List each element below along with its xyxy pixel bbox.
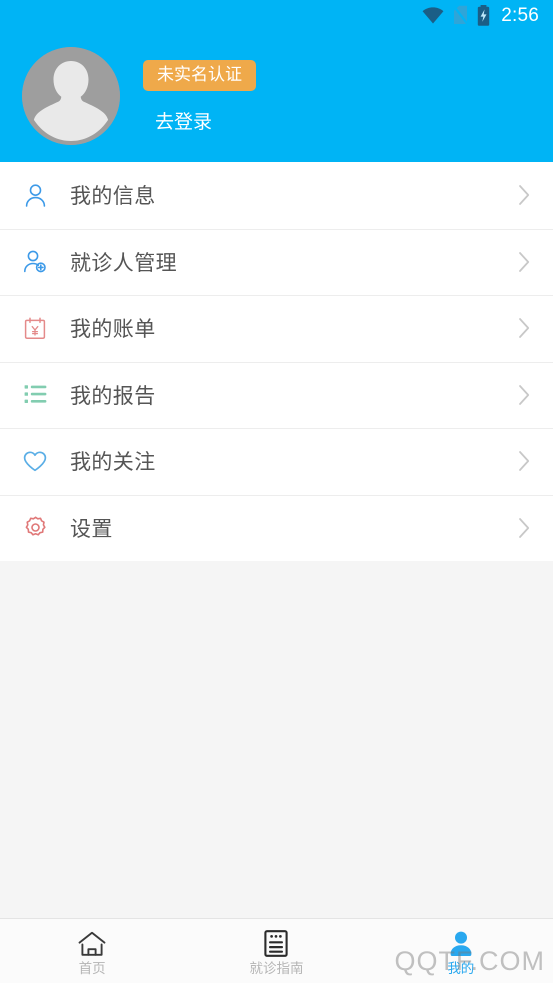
menu-item-my-favorites[interactable]: 我的关注	[0, 428, 553, 495]
chevron-right-icon	[513, 384, 535, 406]
home-icon	[78, 930, 106, 957]
menu-item-settings[interactable]: 设置	[0, 494, 553, 561]
menu-item-my-reports[interactable]: 我的报告	[0, 361, 553, 428]
status-time: 2:56	[501, 4, 539, 26]
status-bar: 2:56	[0, 0, 553, 30]
list-report-icon	[20, 384, 50, 405]
document-icon	[264, 930, 289, 958]
user-icon	[20, 184, 50, 207]
app-screen: 2:56 未实名认证 去登录 我的信息 就诊人管理 我的账单 我的报告 我的关注…	[0, 0, 553, 983]
battery-charging-icon	[477, 4, 490, 26]
menu-item-label: 我的账单	[70, 318, 156, 342]
profile-info: 未实名认证 去登录	[143, 59, 256, 132]
menu-item-label: 就诊人管理	[70, 251, 177, 275]
menu-item-label: 我的信息	[70, 185, 156, 209]
tab-guide[interactable]: 就诊指南	[184, 919, 368, 983]
avatar[interactable]	[22, 47, 120, 145]
heart-icon	[20, 451, 50, 472]
tab-label: 首页	[78, 961, 106, 977]
go-login-link[interactable]: 去登录	[155, 113, 212, 132]
gear-icon	[20, 516, 50, 539]
menu-item-label: 我的报告	[70, 384, 156, 408]
chevron-right-icon	[513, 450, 535, 472]
chevron-right-icon	[513, 251, 535, 273]
tab-home[interactable]: 首页	[0, 919, 184, 983]
menu-list: 我的信息 就诊人管理 我的账单 我的报告 我的关注 设置	[0, 162, 553, 561]
chevron-right-icon	[513, 517, 535, 539]
bill-yuan-icon	[20, 317, 50, 340]
profile-header: 未实名认证 去登录	[0, 30, 553, 162]
tab-profile[interactable]: 我的	[369, 919, 553, 983]
menu-item-my-bills[interactable]: 我的账单	[0, 295, 553, 362]
bottom-navigation: 首页 就诊指南 我的	[0, 918, 553, 983]
chevron-right-icon	[513, 317, 535, 339]
person-icon	[449, 930, 473, 957]
chevron-right-icon	[513, 184, 535, 206]
menu-item-label: 设置	[70, 517, 113, 541]
status-badge[interactable]: 未实名认证	[143, 59, 256, 92]
menu-item-patient-management[interactable]: 就诊人管理	[0, 228, 553, 295]
user-add-icon	[20, 250, 50, 273]
menu-item-my-info[interactable]: 我的信息	[0, 162, 553, 229]
wifi-icon	[422, 6, 444, 24]
tab-label: 我的	[447, 961, 475, 977]
page-background	[0, 561, 553, 918]
default-user-avatar-icon	[22, 47, 120, 145]
tab-label: 就诊指南	[249, 961, 304, 977]
no-sim-icon	[453, 5, 469, 25]
menu-item-label: 我的关注	[70, 451, 156, 475]
